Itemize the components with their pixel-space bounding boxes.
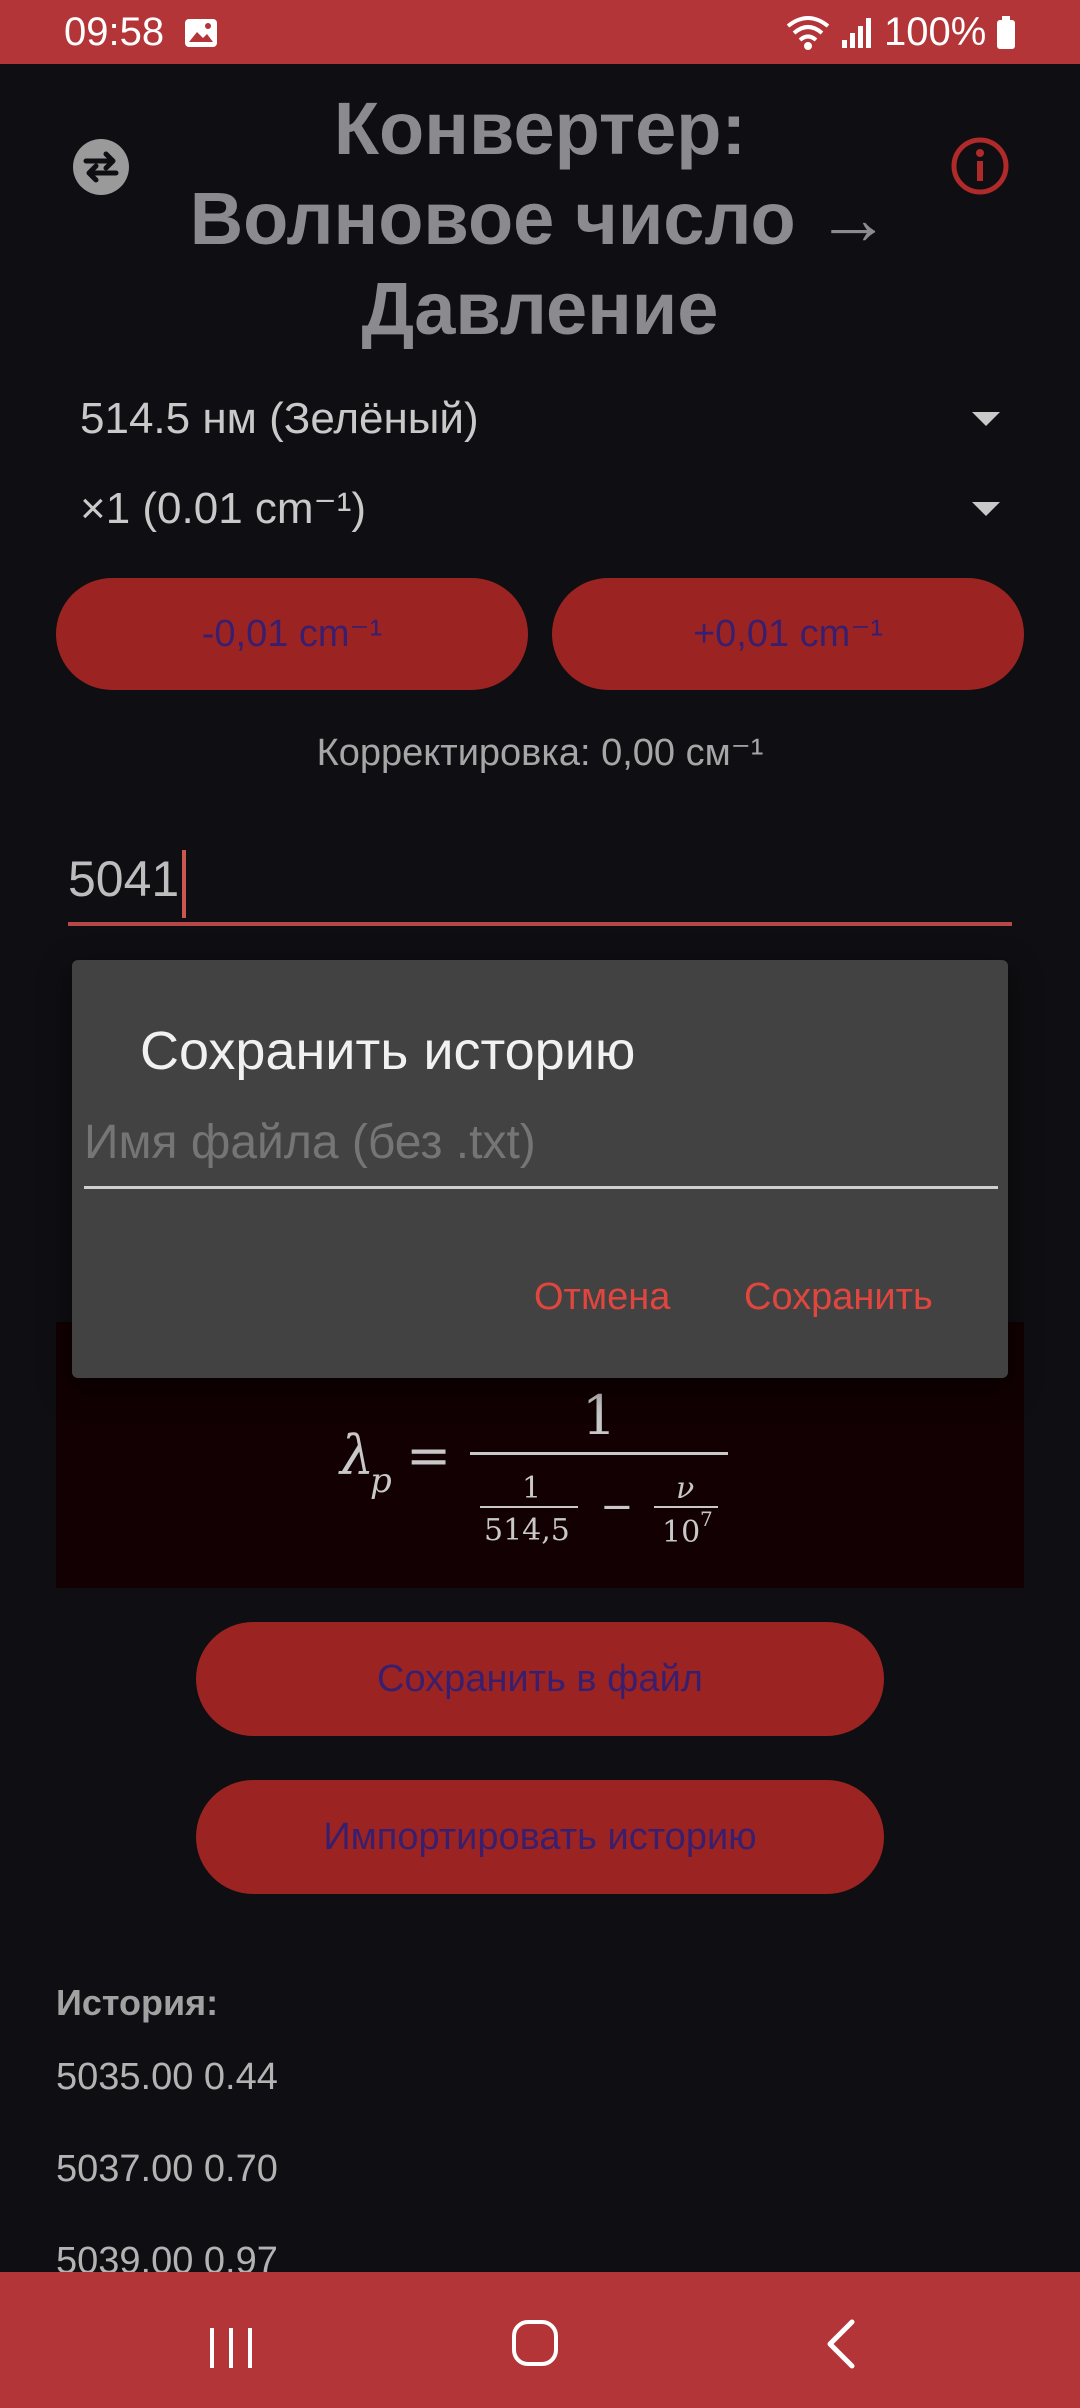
page-title-line-1: Конвертер:	[333, 87, 747, 170]
formula-nu: ν	[676, 1471, 694, 1506]
step-multiplier-select[interactable]: ×1 (0.01 cm⁻¹)	[80, 474, 1000, 544]
page-title-line-2: Волновое число →	[189, 177, 891, 260]
text-cursor	[182, 850, 186, 918]
input-underline	[68, 922, 1012, 926]
back-icon[interactable]	[822, 2318, 858, 2370]
filename-underline	[84, 1186, 998, 1189]
battery-percentage: 100%	[884, 10, 987, 54]
formula-fraction-bar	[470, 1452, 728, 1455]
increase-button[interactable]: +0,01 cm⁻¹	[552, 578, 1024, 690]
formula-lambda: λ	[338, 1424, 374, 1487]
status-time: 09:58	[64, 10, 165, 54]
status-bar: 09:58 100%	[0, 0, 1080, 64]
formula-numerator: 1	[582, 1384, 616, 1447]
dialog-save-button[interactable]: Сохранить	[744, 1276, 933, 1319]
formula-inner-numerator: 1	[522, 1471, 541, 1506]
save-to-file-button[interactable]: Сохранить в файл	[196, 1622, 884, 1736]
formula-ten: 10	[662, 1515, 700, 1550]
recents-icon[interactable]	[206, 2326, 256, 2370]
formula-equals: =	[406, 1424, 451, 1487]
formula-minus: −	[600, 1484, 634, 1530]
decrease-button[interactable]: -0,01 cm⁻¹	[56, 578, 528, 690]
dialog-title: Сохранить историю	[140, 1021, 636, 1081]
formula-inner-bar	[480, 1506, 578, 1508]
formula-exponent: 7	[700, 1507, 713, 1531]
chevron-down-icon	[972, 502, 1000, 516]
wifi-icon	[786, 16, 830, 50]
battery-icon	[997, 16, 1015, 49]
history-item: 5035.00 0.44	[56, 2056, 278, 2098]
info-icon[interactable]	[950, 136, 1010, 196]
save-history-dialog: Сохранить историю Отмена Сохранить	[72, 960, 1008, 1378]
formula-subscript: p	[370, 1461, 392, 1501]
formula-inner-denominator: 514,5	[484, 1513, 570, 1548]
correction-text: Корректировка: 0,00 см⁻¹	[316, 732, 764, 774]
page-title: Конвертер: Волновое число → Давление	[150, 84, 930, 354]
wavenumber-input[interactable]: 5041	[68, 850, 179, 908]
home-icon[interactable]	[510, 2318, 560, 2368]
step-multiplier-value: ×1 (0.01 cm⁻¹)	[80, 484, 367, 533]
signal-icon	[842, 18, 871, 48]
history-item: 5037.00 0.70	[56, 2148, 278, 2190]
chevron-down-icon	[972, 412, 1000, 426]
laser-wavelength-select[interactable]: 514.5 нм (Зелёный)	[80, 384, 1000, 454]
swap-horizontal-icon[interactable]	[72, 138, 130, 196]
import-history-button[interactable]: Импортировать историю	[196, 1780, 884, 1894]
dialog-cancel-button[interactable]: Отмена	[534, 1276, 670, 1319]
page-title-line-3: Давление	[361, 267, 719, 350]
filename-input[interactable]	[84, 1116, 998, 1168]
history-title: История:	[56, 1982, 219, 2023]
gallery-notification-icon	[185, 19, 217, 47]
laser-wavelength-value: 514.5 нм (Зелёный)	[80, 394, 479, 443]
